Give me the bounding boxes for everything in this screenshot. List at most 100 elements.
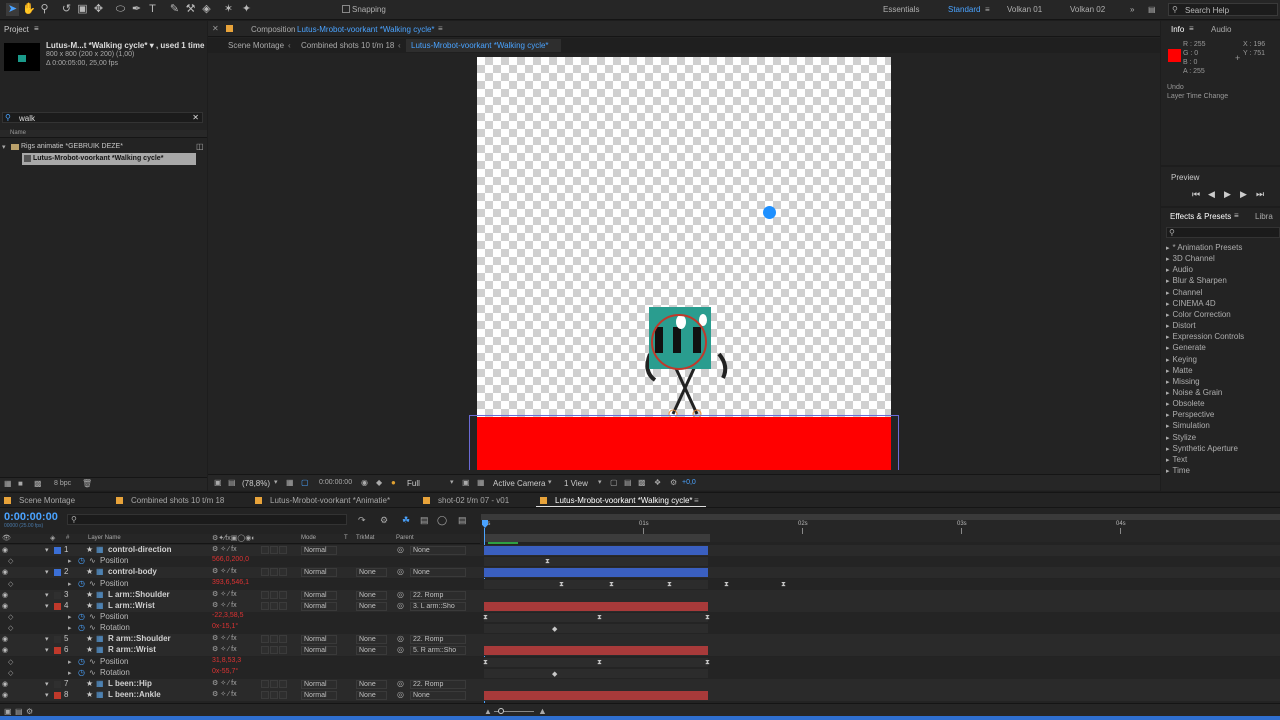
label-color-swatch[interactable] — [54, 680, 61, 688]
new-comp-icon[interactable]: ▩ — [34, 479, 42, 488]
switch-box[interactable] — [270, 646, 278, 655]
grid-icon[interactable]: ▦ — [286, 478, 294, 487]
effect-category[interactable]: Text — [1166, 455, 1188, 464]
parent-pickwhip-icon[interactable]: ◎ — [397, 634, 404, 643]
previous-frame-icon[interactable]: ◀ — [1208, 189, 1215, 200]
zoom-slider-handle[interactable] — [498, 708, 504, 714]
keyframe-navigator-icon[interactable]: ◇ — [8, 624, 13, 632]
effect-category[interactable]: Keying — [1166, 355, 1197, 364]
effect-category[interactable]: Channel — [1166, 288, 1203, 297]
region-of-interest-icon[interactable]: ▣ — [462, 478, 470, 487]
new-folder-icon[interactable]: ■ — [18, 479, 23, 488]
effect-category[interactable]: Obsolete — [1166, 399, 1205, 408]
switch-box[interactable] — [261, 568, 269, 577]
property-value[interactable]: -22,3,58,5 — [212, 612, 244, 619]
zoom-dropdown[interactable]: (78,8%) — [242, 479, 270, 488]
parent-dropdown[interactable]: None — [410, 546, 466, 555]
layer-switches-icon[interactable]: ⚙ ✧ ∕ fx — [212, 601, 237, 609]
parent-pickwhip-icon[interactable]: ◎ — [397, 645, 404, 654]
visibility-eye-icon[interactable]: ◉ — [2, 591, 8, 599]
graph-icon[interactable]: ∿ — [89, 668, 96, 677]
close-panel-icon[interactable]: ✕ — [212, 24, 219, 33]
info-tab[interactable]: Info — [1171, 25, 1184, 34]
parent-dropdown[interactable]: None — [410, 691, 466, 700]
keyframe-navigator-icon[interactable]: ◇ — [8, 613, 13, 621]
twirl-down-icon[interactable]: ▾ — [45, 602, 49, 610]
search-help-field[interactable]: ⚲ Search Help — [1168, 3, 1278, 16]
visibility-eye-icon[interactable]: ◉ — [2, 602, 8, 610]
column-name-label[interactable]: Name — [10, 130, 26, 136]
parent-pickwhip-icon[interactable]: ◎ — [397, 601, 404, 610]
visibility-eye-icon[interactable]: ◉ — [2, 691, 8, 699]
switch-box[interactable] — [270, 679, 278, 688]
parent-dropdown[interactable]: 5. R arm::Sho — [410, 646, 466, 656]
interpret-footage-icon[interactable]: ▦ — [4, 479, 12, 488]
timeline-tab[interactable]: Lutus-Mrobot-voorkant *Walking cycle* — [540, 496, 693, 505]
pan-behind-tool-icon[interactable]: ✥ — [92, 3, 105, 16]
graph-icon[interactable]: ∿ — [89, 579, 96, 588]
comp-mini-flowchart-icon[interactable]: ↷ — [358, 515, 366, 526]
switch-box[interactable] — [261, 546, 269, 554]
layer-row[interactable]: ◉ ▾ 4 ★ ▦ L arm::Wrist ⚙ ✧ ∕ fx Normal None ◎ 3. L… — [0, 600, 1280, 612]
twirl-down-icon[interactable]: ▾ — [45, 591, 49, 599]
project-item-selected[interactable]: Lutus-Mrobot-voorkant *Walking cycle* — [22, 153, 196, 165]
twirl-down-icon[interactable]: ▾ — [45, 646, 49, 654]
layer-row[interactable]: ◉ ▾ 1 ★ ▦ control-direction ⚙ ✧ ∕ fx Normal ◎ Non… — [0, 545, 1280, 556]
label-color-swatch[interactable] — [54, 647, 61, 655]
switch-box[interactable] — [279, 546, 287, 554]
project-folder-row[interactable]: ▾ Rigs animatie *GEBRUIK DEZE* ◫ — [0, 142, 207, 153]
parent-pickwhip-icon[interactable]: ◎ — [397, 679, 404, 688]
keyframe-icon[interactable]: ⧗ — [483, 659, 488, 667]
parent-pickwhip-icon[interactable]: ◎ — [397, 545, 404, 554]
layer-switches-icon[interactable]: ⚙ ✧ ∕ fx — [212, 645, 237, 653]
property-row[interactable]: ◇ ▸ ◷ ∿ Position 393,6,546,1 ⧗ ⧗ ⧗ ⧗ ⧗ — [0, 578, 1280, 590]
hand-tool-icon[interactable]: ✋ — [22, 3, 36, 16]
snapshot-icon[interactable]: ◉ — [361, 478, 368, 487]
composition-tab-label[interactable]: Composition — [251, 25, 295, 34]
workspace-menu-icon[interactable]: ≡ — [985, 5, 990, 14]
visibility-eye-icon[interactable]: ◉ — [2, 646, 8, 654]
property-row[interactable]: ◇ ▸ ◷ ∿ Position 31,8,53,3 ⧗ ⧗ ⧗ — [0, 656, 1280, 668]
label-color-swatch[interactable] — [54, 569, 61, 577]
robot-character[interactable] — [637, 302, 737, 422]
property-value[interactable]: 0x-15,1° — [212, 623, 238, 630]
type-tool-icon[interactable]: T — [146, 3, 159, 16]
layer-duration-bar[interactable] — [484, 546, 708, 555]
graph-icon[interactable]: ∿ — [89, 623, 96, 632]
fast-previews-icon[interactable]: ▤ — [624, 478, 632, 487]
rotate-tool-icon[interactable]: ↺ — [60, 3, 73, 16]
breadcrumb-combined-shots[interactable]: Combined shots 10 t/m 18 — [301, 41, 394, 50]
parent-dropdown[interactable]: None — [410, 568, 466, 578]
effect-category[interactable]: Blur & Sharpen — [1166, 276, 1227, 285]
keyframe-icon[interactable]: ⧗ — [609, 581, 614, 589]
keyframe-navigator-icon[interactable]: ◇ — [8, 557, 13, 565]
hierarchy-icon[interactable]: ◫ — [196, 142, 204, 151]
layer-name[interactable]: control-direction — [108, 545, 172, 554]
shape-tool-icon[interactable]: ⬭ — [114, 3, 127, 16]
stopwatch-icon[interactable]: ◷ — [78, 623, 85, 632]
puppet-tool-icon[interactable]: ✦ — [240, 3, 253, 16]
layer-name[interactable]: L been::Hip — [108, 679, 152, 688]
parent-dropdown[interactable]: 22. Romp — [410, 590, 466, 600]
effects-search-input[interactable]: ⚲ — [1166, 227, 1280, 238]
zoom-out-icon[interactable]: ▲ — [484, 707, 492, 716]
blend-mode-dropdown[interactable]: Normal — [301, 679, 337, 689]
twirl-down-icon[interactable]: ▾ — [45, 680, 49, 688]
effect-category[interactable]: Audio — [1166, 265, 1193, 274]
blend-mode-dropdown[interactable]: Normal — [301, 546, 337, 555]
switch-box[interactable] — [270, 635, 278, 644]
blend-mode-dropdown[interactable]: Normal — [301, 646, 337, 656]
eraser-tool-icon[interactable]: ◈ — [200, 3, 213, 16]
reset-exposure-icon[interactable]: ⚙ — [670, 478, 677, 487]
property-row[interactable]: ◇ ▸ ◷ ∿ Position 566,0,200,0 ⧗ — [0, 556, 1280, 568]
workspace-volkan-02[interactable]: Volkan 02 — [1070, 5, 1105, 14]
clear-search-icon[interactable]: ✕ — [192, 113, 199, 122]
snapping-checkbox[interactable] — [342, 5, 350, 13]
keyframe-navigator-icon[interactable]: ◇ — [8, 580, 13, 588]
effect-category[interactable]: Simulation — [1166, 421, 1210, 430]
visibility-eye-icon[interactable]: ◉ — [2, 568, 8, 576]
comp-flowchart-icon[interactable]: ❖ — [654, 478, 661, 487]
keyframe-icon[interactable]: ◆ — [552, 670, 557, 678]
switch-box[interactable] — [279, 691, 287, 699]
bpc-label[interactable]: 8 bpc — [54, 480, 71, 487]
